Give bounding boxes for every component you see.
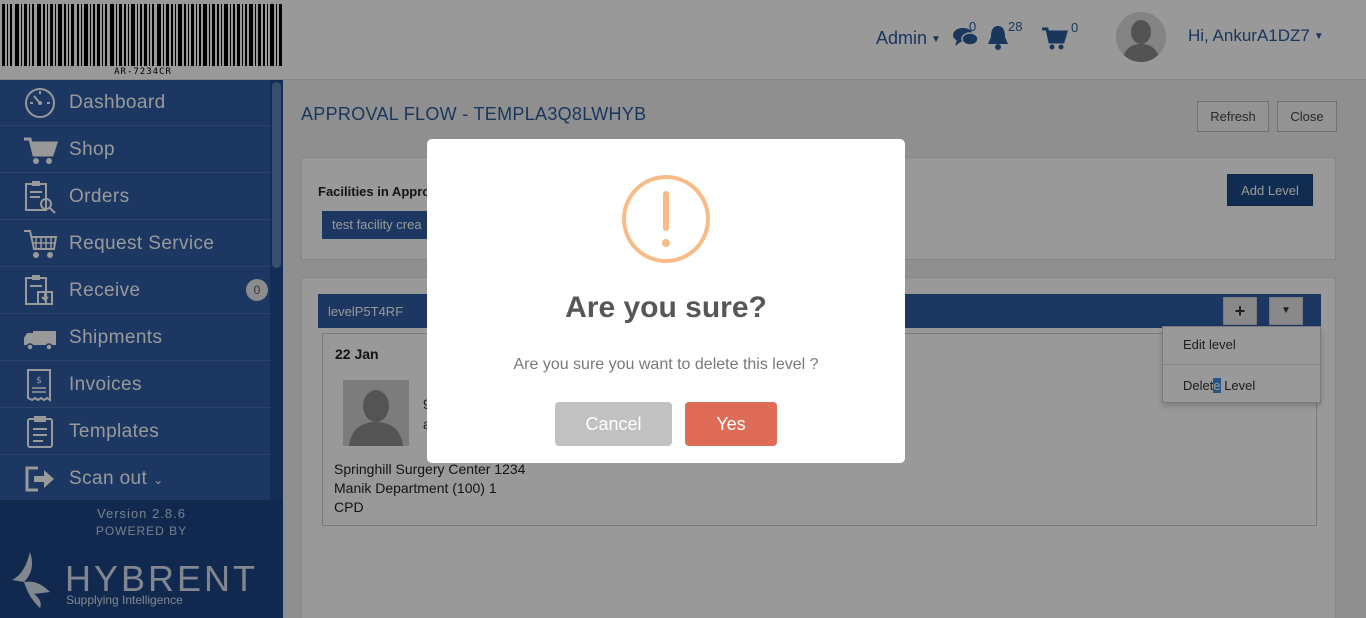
confirm-dialog: Are you sure? Are you sure you want to d… [427,139,905,463]
dialog-title: Are you sure? [565,291,767,324]
confirm-yes-button[interactable]: Yes [685,402,777,446]
cancel-button[interactable]: Cancel [555,402,672,446]
warning-icon [622,175,710,263]
dialog-message: Are you sure you want to delete this lev… [513,356,819,373]
